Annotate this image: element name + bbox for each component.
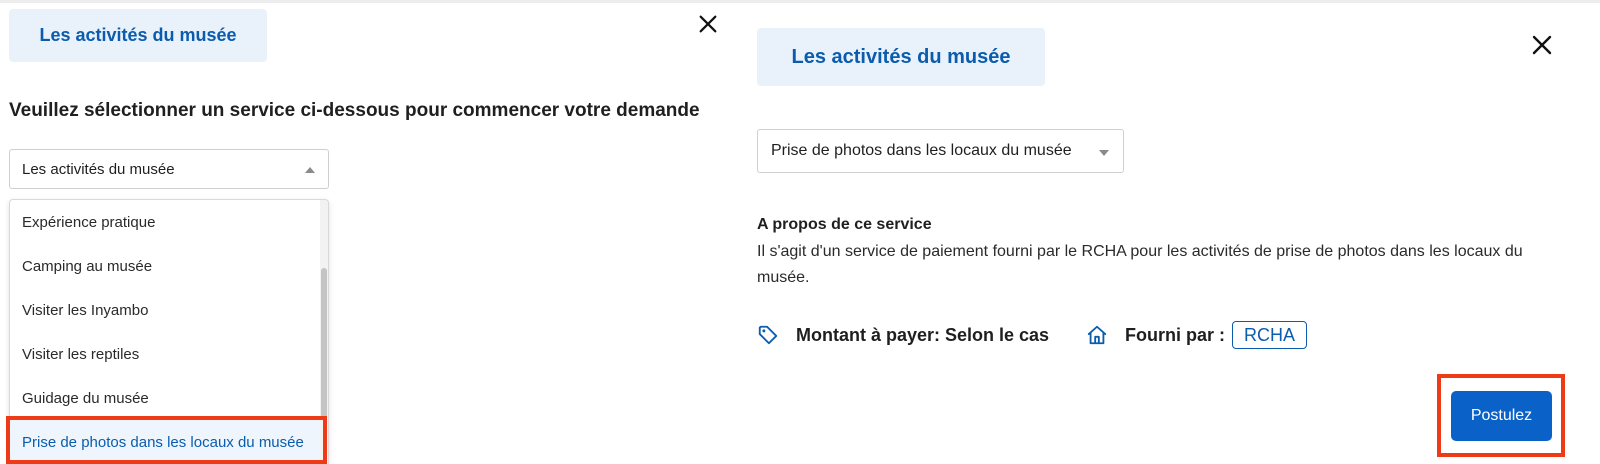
- category-select[interactable]: Les activités du musée: [9, 149, 329, 189]
- service-option-selected[interactable]: Prise de photos dans les locaux du musée: [10, 420, 322, 464]
- service-select[interactable]: Prise de photos dans les locaux du musée: [757, 129, 1124, 173]
- service-select-value: Prise de photos dans les locaux du musée: [771, 142, 1072, 159]
- instructions-heading: Veuillez sélectionner un service ci-dess…: [9, 100, 700, 121]
- caret-up-icon: [305, 167, 315, 173]
- caret-down-icon: [1099, 150, 1109, 156]
- category-chip: Les activités du musée: [9, 9, 267, 62]
- service-selection-panel: Les activités du musée Veuillez sélectio…: [0, 0, 740, 464]
- amount-info: Montant à payer: Selon le cas: [757, 320, 1049, 350]
- scrollbar-thumb[interactable]: [321, 268, 327, 418]
- provider-info: Fourni par : RCHA: [1086, 320, 1308, 350]
- price-tag-icon: [757, 324, 779, 346]
- home-icon: [1086, 324, 1108, 346]
- service-option[interactable]: Visiter les Inyambo: [10, 288, 322, 332]
- close-icon[interactable]: [697, 13, 719, 35]
- service-option[interactable]: Expérience pratique: [10, 200, 322, 244]
- category-select-value: Les activités du musée: [22, 160, 175, 178]
- amount-label: Montant à payer: Selon le cas: [796, 324, 1050, 345]
- service-dropdown-list[interactable]: Expérience pratique Camping au musée Vis…: [9, 199, 329, 464]
- service-option[interactable]: Camping au musée: [10, 244, 322, 288]
- service-option[interactable]: Guidage du musée: [10, 376, 322, 420]
- close-icon[interactable]: [1530, 33, 1554, 57]
- apply-button[interactable]: Postulez: [1451, 391, 1552, 441]
- service-option[interactable]: Visiter les reptiles: [10, 332, 322, 376]
- about-description: Il s'agit d'un service de paiement fourn…: [757, 243, 1523, 286]
- about-title: A propos de ce service: [757, 216, 932, 233]
- category-chip: Les activités du musée: [757, 28, 1045, 86]
- provider-badge: RCHA: [1232, 321, 1308, 349]
- provider-label: Fourni par :: [1125, 324, 1225, 345]
- dropdown-scrollbar[interactable]: [320, 200, 328, 464]
